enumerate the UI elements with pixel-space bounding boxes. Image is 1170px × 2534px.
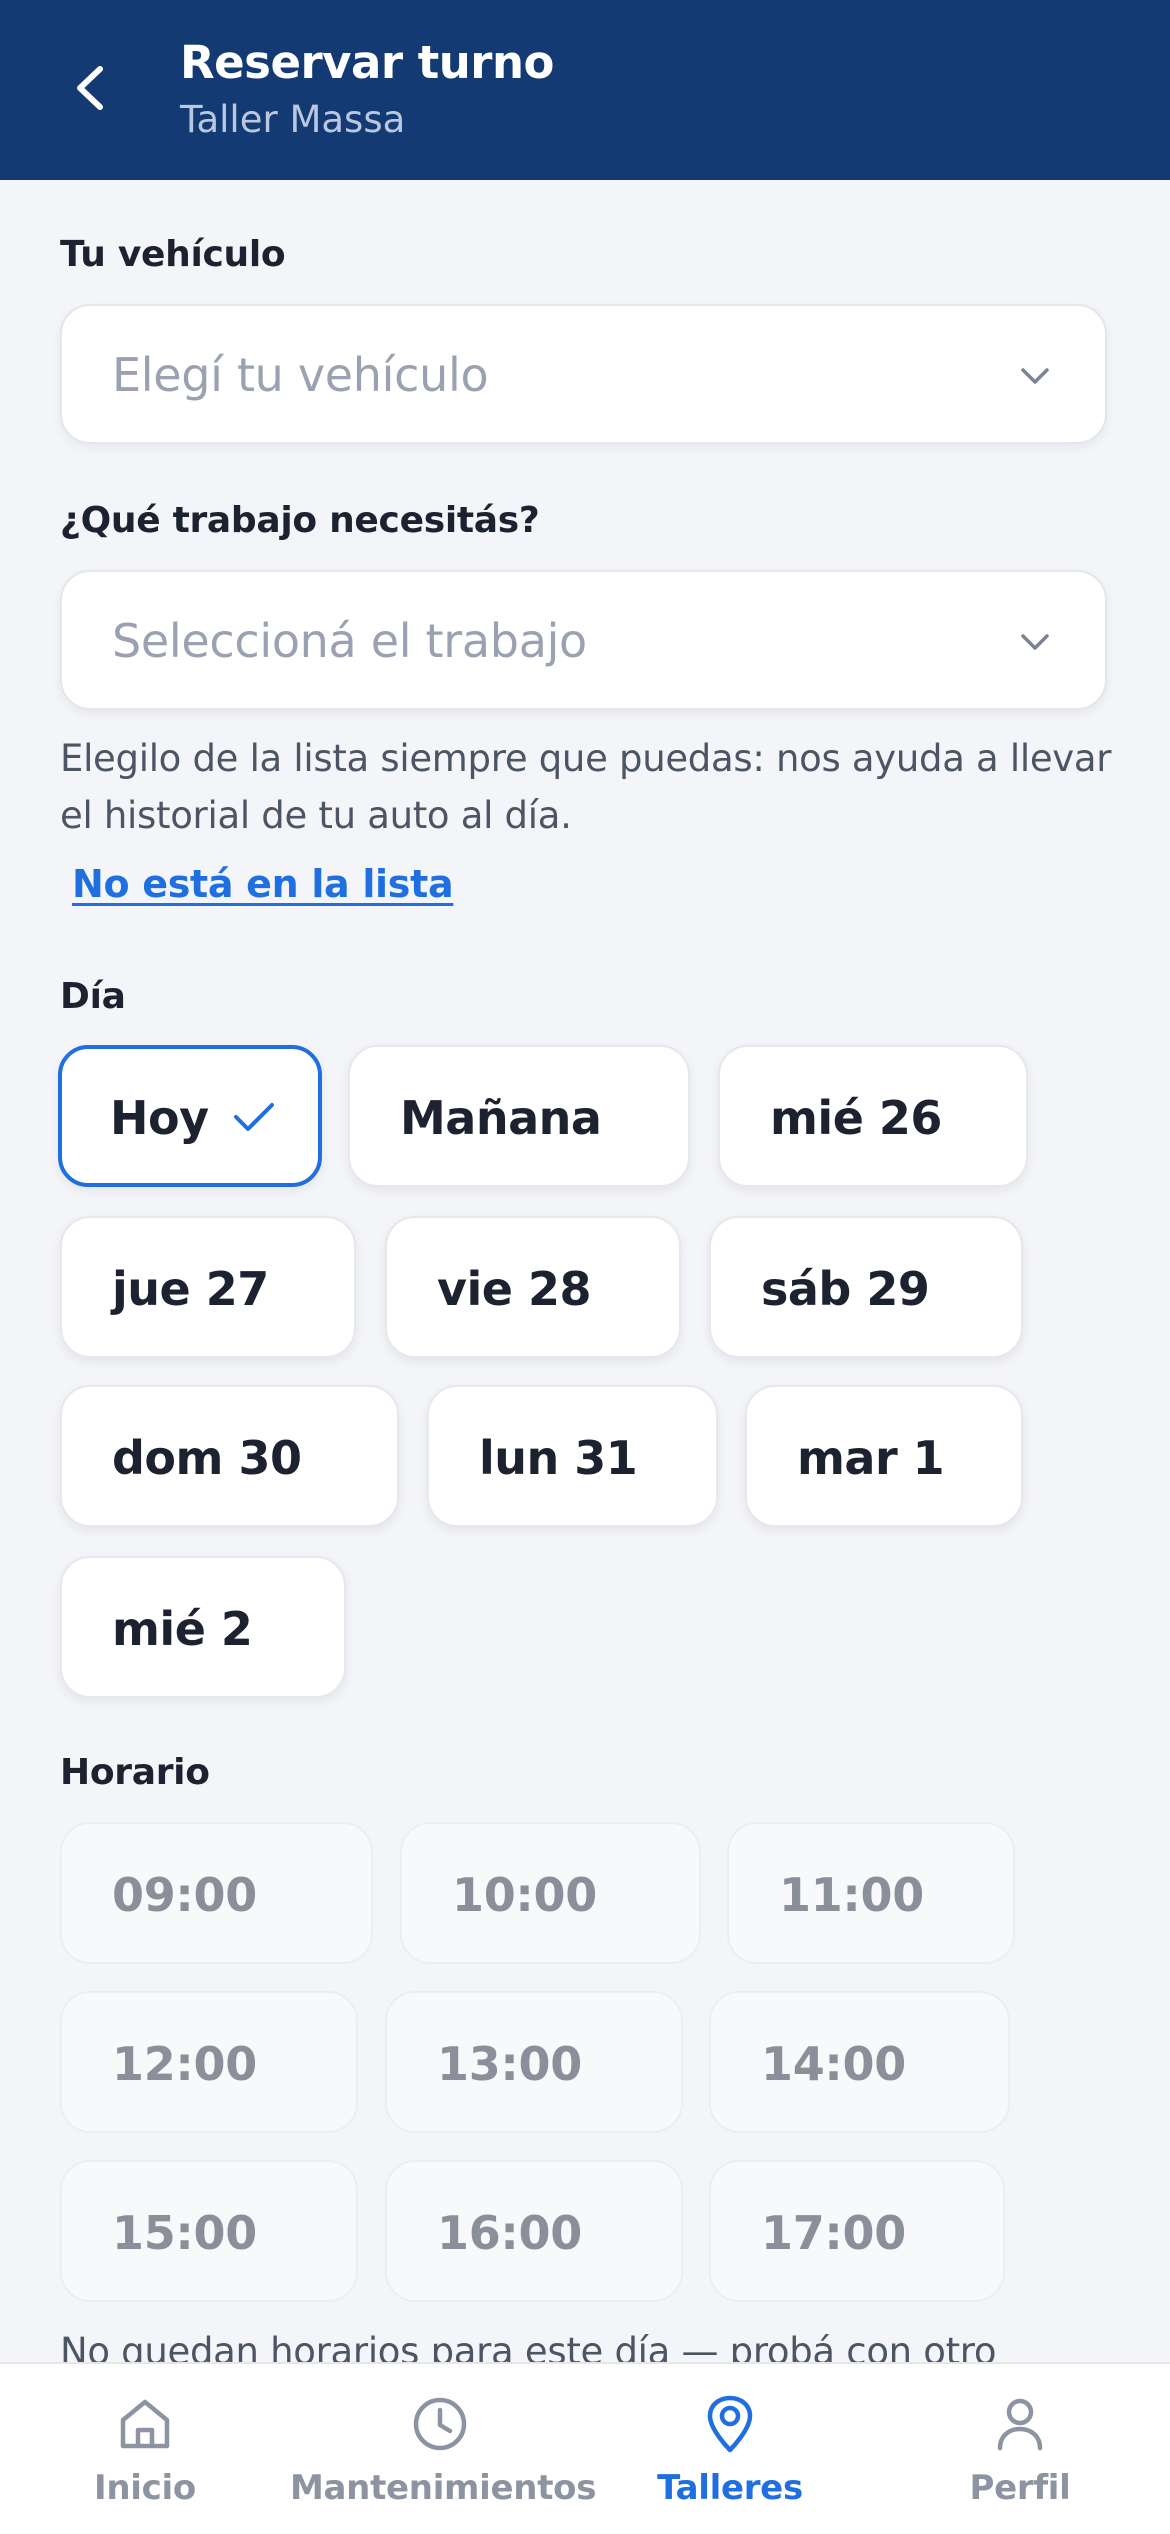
day-chip[interactable]: mar 1 <box>745 1385 1023 1527</box>
time-slot-label: 13:00 <box>437 2037 582 2091</box>
nav-item-talleres[interactable]: Talleres <box>630 2364 830 2534</box>
nav-item-inicio[interactable]: Inicio <box>50 2364 240 2534</box>
work-select[interactable]: Seleccioná el trabajo <box>60 570 1107 710</box>
time-slot-disabled: 12:00 <box>60 1991 358 2133</box>
time-slot-label: 17:00 <box>761 2206 906 2260</box>
check-icon <box>234 1103 274 1131</box>
nav-label: Perfil <box>969 2468 1071 2508</box>
day-chip-label: mié 26 <box>770 1091 942 1145</box>
user-icon <box>997 2398 1043 2451</box>
location-pin-icon <box>707 2395 753 2453</box>
day-chip-label: Mañana <box>400 1091 602 1145</box>
nav-label: Mantenimientos <box>290 2468 597 2508</box>
time-slot-disabled: 10:00 <box>400 1822 701 1964</box>
day-chip-label: sáb 29 <box>761 1262 930 1316</box>
vehicle-select[interactable]: Elegí tu vehículo <box>60 304 1107 444</box>
time-slot-disabled: 11:00 <box>727 1822 1015 1964</box>
chevron-left-icon <box>77 66 103 110</box>
time-slot-disabled: 13:00 <box>385 1991 683 2133</box>
time-slot-label: 16:00 <box>437 2206 582 2260</box>
day-label: Día <box>60 976 126 1017</box>
day-chip-label: vie 28 <box>437 1262 591 1316</box>
time-slot-label: 14:00 <box>761 2037 906 2091</box>
time-slot-disabled: 17:00 <box>709 2160 1005 2302</box>
day-chip[interactable]: Mañana <box>348 1045 690 1187</box>
time-slot-label: 10:00 <box>452 1868 597 1922</box>
chevron-down-icon <box>1021 368 1049 384</box>
day-chip[interactable]: mié 2 <box>60 1556 346 1698</box>
not-listed-link[interactable]: No está en la lista <box>72 862 454 906</box>
time-slot-disabled: 16:00 <box>385 2160 683 2302</box>
page-title: Reservar turno <box>180 36 554 89</box>
work-label: ¿Qué trabajo necesitás? <box>60 500 540 541</box>
booking-form: Tu vehículo Elegí tu vehículo ¿Qué traba… <box>0 180 1170 2362</box>
day-chip[interactable]: dom 30 <box>60 1385 399 1527</box>
day-chip-label: lun 31 <box>479 1431 638 1485</box>
work-help-text: Elegilo de la lista siempre que puedas: … <box>60 737 1112 837</box>
day-chip[interactable]: sáb 29 <box>709 1216 1023 1358</box>
time-slot-label: 09:00 <box>112 1868 257 1922</box>
time-slot-disabled: 14:00 <box>709 1991 1010 2133</box>
clock-icon <box>413 2397 467 2451</box>
day-chip-selected[interactable]: Hoy <box>58 1045 322 1187</box>
day-chip-label: dom 30 <box>112 1431 302 1485</box>
time-slot-disabled: 09:00 <box>60 1822 373 1964</box>
day-chip[interactable]: mié 26 <box>718 1045 1028 1187</box>
day-chip-label: mar 1 <box>797 1431 945 1485</box>
page-subtitle: Taller Massa <box>180 98 406 141</box>
vehicle-placeholder: Elegí tu vehículo <box>112 348 489 402</box>
chevron-down-icon <box>1021 634 1049 650</box>
time-slot-label: 15:00 <box>112 2206 257 2260</box>
time-slot-label: 12:00 <box>112 2037 257 2091</box>
nav-label: Talleres <box>657 2468 803 2508</box>
day-chip[interactable]: jue 27 <box>60 1216 356 1358</box>
day-chip-label: Hoy <box>110 1091 209 1145</box>
bottom-nav: Inicio Mantenimientos Talleres Perfil <box>0 2362 1170 2534</box>
nav-item-perfil[interactable]: Perfil <box>930 2364 1110 2534</box>
vehicle-label: Tu vehículo <box>60 234 286 275</box>
home-icon <box>120 2399 170 2449</box>
work-placeholder: Seleccioná el trabajo <box>112 614 587 668</box>
day-chip[interactable]: lun 31 <box>427 1385 718 1527</box>
day-chip[interactable]: vie 28 <box>385 1216 681 1358</box>
nav-item-mantenimientos[interactable]: Mantenimientos <box>290 2364 597 2534</box>
time-slot-disabled: 15:00 <box>60 2160 358 2302</box>
app-header: Reservar turno Taller Massa <box>0 0 1170 180</box>
day-chip-label: mié 2 <box>112 1602 253 1656</box>
time-slot-label: 11:00 <box>779 1868 924 1922</box>
no-slots-note: No quedan horarios para este día — probá… <box>60 2330 997 2362</box>
nav-label: Inicio <box>94 2468 196 2508</box>
day-chip-label: jue 27 <box>112 1262 269 1316</box>
back-button[interactable] <box>62 58 118 118</box>
time-label: Horario <box>60 1752 210 1793</box>
